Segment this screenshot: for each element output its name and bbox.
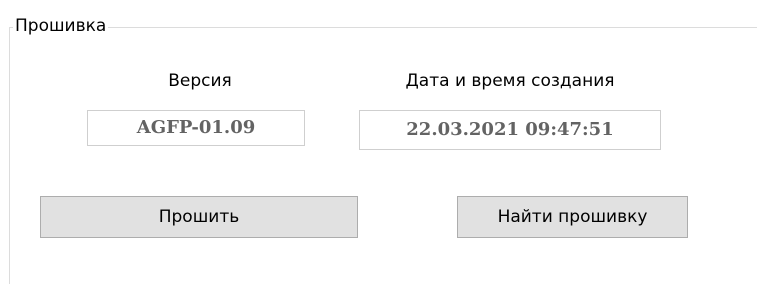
build-datetime-value-field: 22.03.2021 09:47:51 [359,110,661,150]
version-value-field: AGFP-01.09 [87,110,305,146]
groupbox-border-top [9,27,757,28]
firmware-panel: Прошивка Версия Дата и время создания AG… [0,0,757,284]
groupbox-title: Прошивка [13,14,109,38]
flash-button[interactable]: Прошить [40,196,358,238]
groupbox-border-left [9,27,10,284]
version-label: Версия [168,71,232,91]
build-datetime-label: Дата и время создания [405,71,615,91]
find-firmware-button[interactable]: Найти прошивку [457,196,688,238]
